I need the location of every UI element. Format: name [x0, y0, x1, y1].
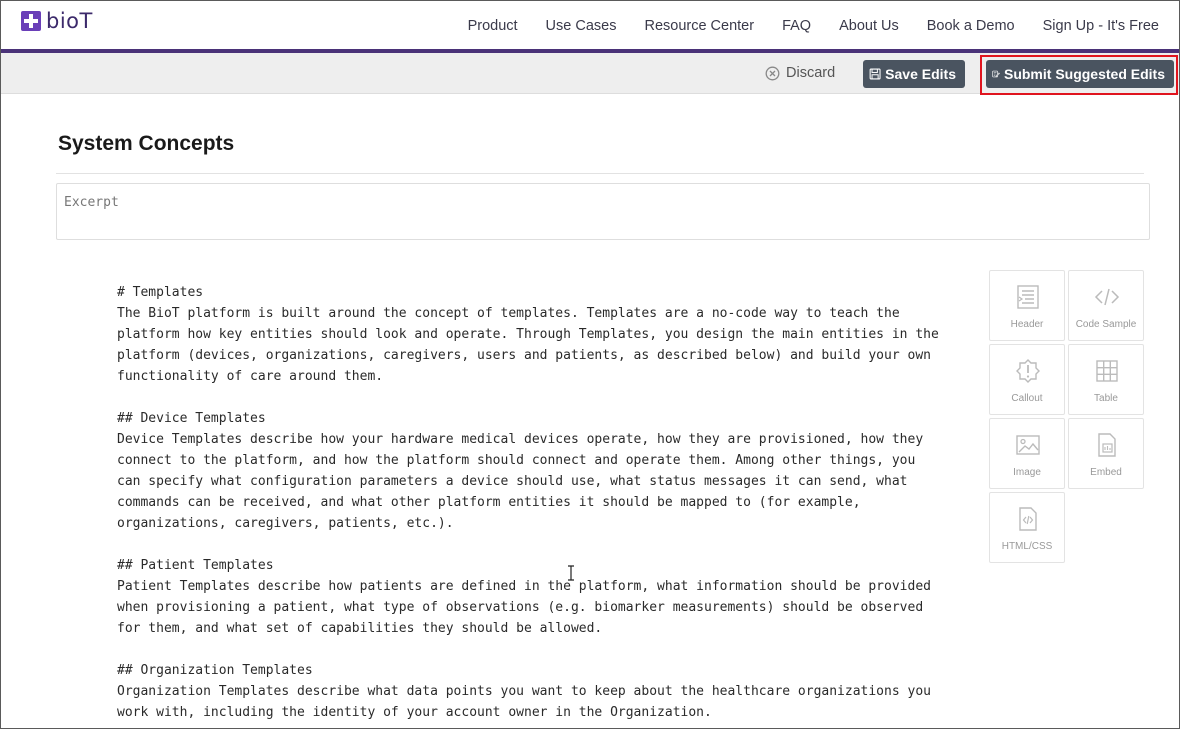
html-file-icon [1019, 507, 1037, 531]
nav-use-cases[interactable]: Use Cases [546, 18, 617, 34]
editor-text-line: connect to the platform, and how the pla… [117, 453, 916, 468]
editor-text-line: can specify what configuration parameter… [117, 474, 908, 489]
image-picture-icon [1016, 435, 1040, 455]
logo-text: bioT [46, 9, 93, 33]
nav-links: Product Use Cases Resource Center FAQ Ab… [440, 18, 1159, 34]
nav-sign-up[interactable]: Sign Up - It's Free [1043, 18, 1159, 34]
editor-text-line: when provisioning a patient, what type o… [117, 600, 924, 615]
widget-table-label: Table [1094, 393, 1118, 404]
nav-about-us[interactable]: About Us [839, 18, 899, 34]
editor-heading-line: ## Device Templates [117, 411, 266, 426]
editor-text-line: work with, including the identity of you… [117, 705, 712, 720]
editor-text-line: Device Templates describe how your hardw… [117, 432, 924, 447]
discard-circle-x-icon [765, 66, 780, 80]
nav-product[interactable]: Product [468, 18, 518, 34]
editor-paragraph: ## Organization Templates Organization Te… [117, 660, 947, 723]
widget-image-label: Image [1013, 467, 1041, 478]
editor-paragraph: # Templates The BioT platform is built ar… [117, 282, 947, 387]
editor-text-line: Organization Templates describe what dat… [117, 684, 931, 699]
widget-header[interactable]: Header [989, 270, 1065, 341]
editor-paragraph: ## Device Templates Device Templates desc… [117, 408, 947, 534]
editor-heading-line: ## Organization Templates [117, 663, 313, 678]
editor-text-line: functionality of care around them. [117, 369, 384, 384]
widget-header-label: Header [1010, 319, 1044, 330]
edit-document-icon [992, 70, 1000, 78]
excerpt-field[interactable]: Excerpt [56, 183, 1150, 240]
editor-heading-line: # Templates [117, 285, 204, 300]
nav-resource-center[interactable]: Resource Center [644, 18, 754, 34]
header-block-icon [1017, 285, 1039, 309]
editor-heading-line: ## Patient Templates [117, 558, 274, 573]
floppy-disk-icon [869, 68, 881, 80]
embed-file-icon [1098, 433, 1116, 457]
submit-suggested-edits-label: Submit Suggested Edits [1003, 66, 1165, 82]
editor-text-line: commands can be received, and what other… [117, 495, 861, 510]
markdown-editor[interactable]: # Templates The BioT platform is built ar… [117, 282, 947, 729]
editor-text-line: platform (devices, organizations, caregi… [117, 348, 931, 363]
editor-text-line: platform how key entities should look an… [117, 327, 939, 342]
discard-label: Discard [786, 65, 836, 81]
widget-code-sample-label: Code Sample [1075, 319, 1137, 330]
submit-suggested-edits-button[interactable]: Submit Suggested Edits [986, 60, 1174, 88]
callout-alert-icon [1016, 359, 1040, 383]
widget-embed-label: Embed [1090, 467, 1122, 478]
discard-button[interactable]: Discard [765, 65, 835, 81]
widget-embed[interactable]: Embed [1068, 418, 1144, 489]
widget-code-sample[interactable]: Code Sample [1068, 270, 1144, 341]
table-grid-icon [1096, 360, 1118, 382]
biot-logo[interactable]: bioT [21, 9, 93, 33]
widget-html-css[interactable]: HTML/CSS [989, 492, 1065, 563]
save-edits-label: Save Edits [885, 66, 956, 82]
save-edits-button[interactable]: Save Edits [863, 60, 965, 88]
widget-html-css-label: HTML/CSS [1001, 541, 1053, 552]
top-navigation: bioT Product Use Cases Resource Center F… [1, 1, 1179, 49]
code-brackets-icon [1094, 288, 1120, 306]
nav-faq[interactable]: FAQ [782, 18, 811, 34]
text-cursor-icon [568, 565, 574, 581]
widget-callout[interactable]: Callout [989, 344, 1065, 415]
nav-book-demo[interactable]: Book a Demo [927, 18, 1015, 34]
widget-callout-label: Callout [1011, 393, 1043, 404]
title-divider [56, 173, 1144, 174]
editor-paragraph: ## Patient Templates Patient Templates de… [117, 555, 947, 639]
logo-cross-icon [21, 11, 41, 31]
editor-text-line: organizations, caregivers, patients, etc… [117, 516, 454, 531]
widget-image[interactable]: Image [989, 418, 1065, 489]
editor-text-line: for them, and what set of capabilities t… [117, 621, 603, 636]
editor-text-line: Patient Templates describe how patients … [117, 579, 931, 594]
widget-table[interactable]: Table [1068, 344, 1144, 415]
page-title[interactable]: System Concepts [58, 132, 234, 156]
editor-text-line: The BioT platform is built around the co… [117, 306, 900, 321]
edit-toolbar: Discard Save Edits Submit Suggested Edit… [1, 53, 1179, 95]
